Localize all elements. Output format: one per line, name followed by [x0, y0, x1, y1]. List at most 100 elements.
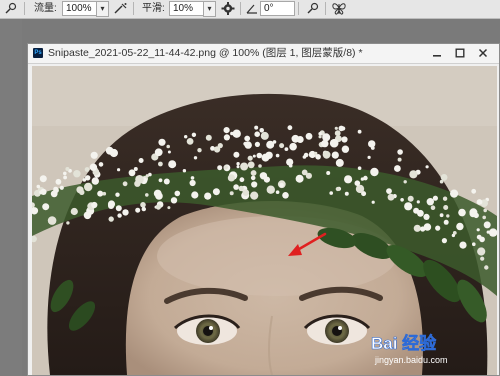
flower-blossom	[252, 154, 256, 158]
flower-blossom	[357, 166, 362, 170]
flower-blossom	[479, 236, 485, 243]
flower-blossom	[236, 165, 240, 169]
pressure-brush-icon[interactable]	[3, 1, 19, 16]
flower-blossom	[117, 213, 122, 218]
flower-blossom	[138, 158, 144, 163]
flower-blossom	[128, 169, 136, 177]
flower-blossom	[167, 206, 171, 210]
flower-blossom	[251, 181, 258, 188]
flower-blossom	[472, 242, 476, 246]
flower-blossom	[254, 141, 260, 147]
flower-blossom	[89, 163, 98, 171]
flower-blossom	[55, 178, 62, 185]
flower-blossom	[141, 206, 146, 212]
flow-dropdown-button[interactable]: ▾	[96, 1, 109, 17]
maximize-button[interactable]	[449, 44, 471, 62]
chevron-down-icon: ▾	[100, 4, 105, 13]
flower-blossom	[212, 188, 220, 196]
flower-blossom	[184, 135, 188, 139]
flower-blossom	[70, 207, 78, 216]
angle-icon	[245, 1, 259, 16]
flower-blossom	[344, 191, 349, 196]
canvas-image[interactable]: Bai 经验 jingyan.baidu.com	[32, 66, 497, 375]
flower-blossom	[230, 131, 234, 136]
flower-blossom	[477, 247, 486, 256]
flower-blossom	[158, 178, 163, 183]
gear-icon[interactable]	[220, 1, 236, 16]
flower-blossom	[76, 186, 84, 194]
flower-blossom	[426, 198, 434, 206]
flower-blossom	[233, 151, 240, 158]
flower-blossom	[190, 176, 195, 180]
flow-input[interactable]: 100%	[62, 1, 97, 16]
flower-blossom	[133, 167, 138, 171]
flower-blossom	[140, 202, 146, 208]
airbrush-icon[interactable]	[113, 1, 129, 16]
flower-blossom	[450, 189, 459, 198]
flower-blossom	[397, 157, 402, 162]
minimize-button[interactable]	[426, 44, 448, 62]
flower-blossom	[247, 161, 255, 169]
flower-blossom	[229, 191, 234, 196]
flower-blossom	[85, 175, 91, 181]
flower-blossom	[439, 213, 444, 218]
smooth-input[interactable]: 10%	[169, 1, 204, 16]
flower-blossom	[435, 225, 441, 231]
flower-blossom	[47, 216, 57, 225]
flower-blossom	[430, 205, 436, 210]
flower-blossom	[217, 165, 223, 171]
flower-blossom	[354, 180, 361, 186]
flower-blossom	[425, 165, 429, 169]
flower-blossom	[471, 188, 477, 194]
baidu-jingyan-watermark: Bai 经验 jingyan.baidu.com	[369, 329, 489, 369]
flower-blossom	[223, 127, 230, 134]
flower-blossom	[367, 155, 371, 159]
flower-blossom	[191, 191, 199, 199]
flower-blossom	[442, 196, 448, 201]
flower-blossom	[296, 136, 304, 143]
flower-blossom	[233, 184, 239, 190]
flower-blossom	[197, 148, 202, 153]
flower-blossom	[483, 208, 488, 213]
document-titlebar[interactable]: Ps Snipaste_2021-05-22_11-44-42.png @ 10…	[28, 44, 499, 64]
flower-blossom	[107, 200, 116, 208]
flower-blossom	[242, 189, 250, 196]
flower-blossom	[174, 190, 181, 197]
flower-blossom	[244, 135, 251, 142]
smooth-dropdown-button[interactable]: ▾	[203, 1, 216, 17]
flower-blossom	[91, 201, 98, 209]
flower-blossom	[63, 175, 67, 180]
symmetry-butterfly-icon[interactable]	[331, 1, 347, 16]
flower-blossom	[469, 210, 477, 218]
chevron-down-icon: ▾	[207, 4, 212, 13]
flower-blossom	[117, 168, 121, 172]
workspace-background	[0, 19, 22, 376]
document-title: Snipaste_2021-05-22_11-44-42.png @ 100% …	[48, 47, 363, 59]
flower-blossom	[394, 165, 401, 172]
flower-blossom	[338, 125, 345, 132]
flower-blossom	[265, 151, 273, 159]
smooth-label: 平滑:	[142, 3, 165, 14]
flower-blossom	[186, 138, 194, 145]
pressure-size-icon[interactable]	[305, 1, 321, 16]
flower-blossom	[480, 256, 485, 261]
flower-blossom	[446, 214, 450, 218]
document-window: Ps Snipaste_2021-05-22_11-44-42.png @ 10…	[27, 43, 500, 376]
flower-blossom	[341, 145, 350, 153]
flower-blossom	[371, 200, 375, 204]
flower-blossom	[39, 190, 43, 195]
flower-blossom	[284, 147, 289, 151]
flower-blossom	[36, 184, 41, 189]
separator	[24, 2, 25, 15]
flower-blossom	[227, 174, 235, 182]
flower-blossom	[105, 146, 114, 155]
flower-blossom	[163, 178, 170, 185]
close-button[interactable]	[472, 44, 494, 62]
angle-input[interactable]: 0°	[260, 1, 295, 16]
flower-blossom	[275, 190, 280, 194]
flower-blossom	[423, 223, 432, 231]
flower-blossom	[213, 146, 221, 153]
flower-blossom	[238, 185, 244, 192]
flower-blossom	[370, 167, 379, 177]
flower-blossom	[400, 198, 404, 202]
